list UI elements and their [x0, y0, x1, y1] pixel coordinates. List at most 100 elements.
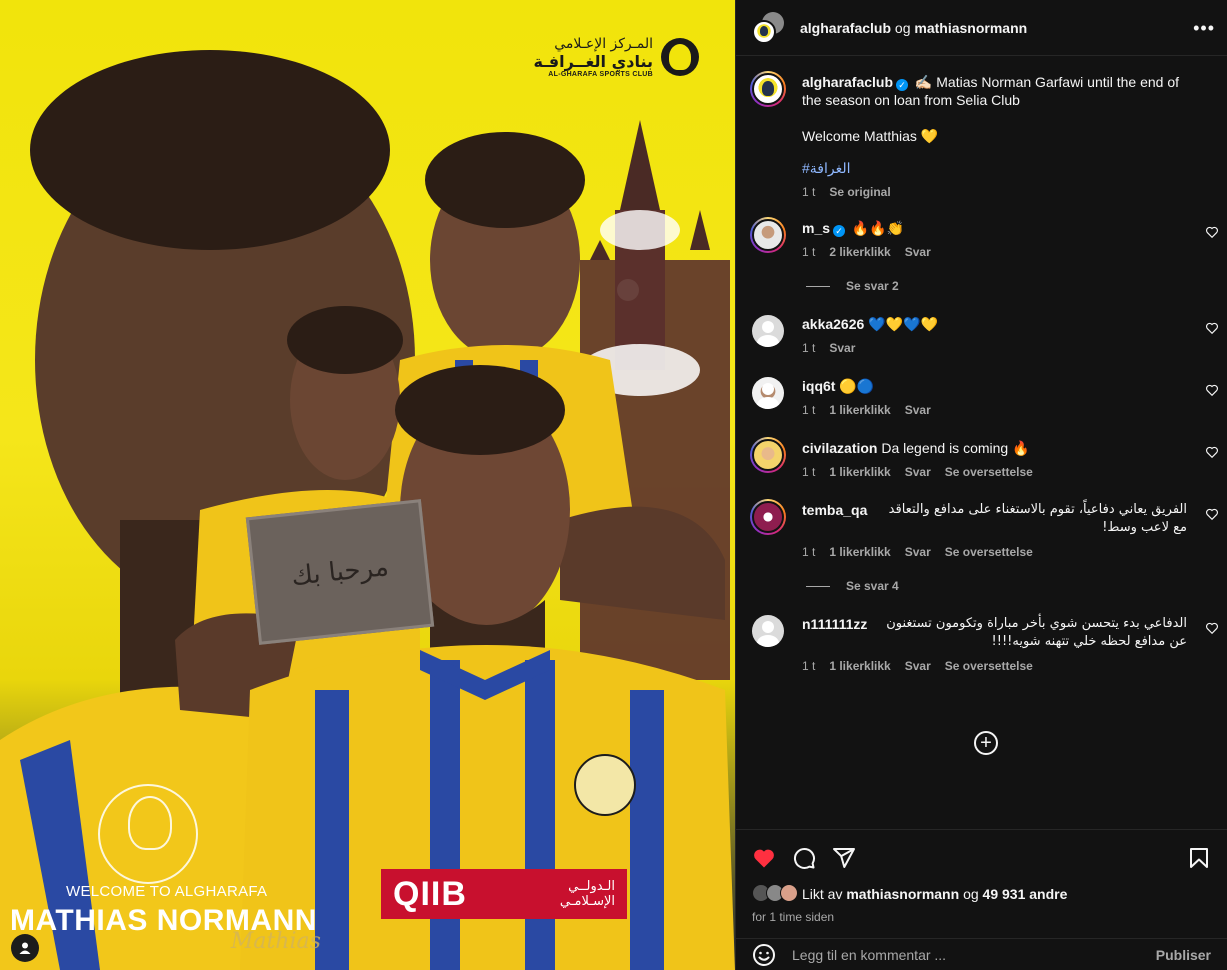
comment-text: 💙💛💙💛 [868, 316, 938, 332]
comment-input[interactable] [792, 946, 1156, 963]
commenter-avatar[interactable] [750, 217, 786, 253]
see-translation-button[interactable]: Se oversettelse [945, 465, 1033, 479]
comment-username[interactable]: iqq6t [802, 378, 835, 394]
comment-like-icon[interactable] [1205, 383, 1219, 397]
see-translation-button[interactable]: Se oversettelse [945, 545, 1033, 559]
comment-time[interactable]: 1 t [802, 465, 815, 479]
comments-list[interactable]: algharafaclub ✓ ✍🏻 Matias Norman Garfawi … [736, 57, 1227, 829]
see-original-button[interactable]: Se original [829, 185, 890, 199]
comment-text: 🟡🔵 [839, 378, 875, 394]
club-name-arabic-1: المـركز الإعـلامي [554, 36, 653, 52]
liked-by: Likt av mathiasnormann og 49 931 andre [752, 884, 1211, 904]
comment-like-icon[interactable] [1205, 225, 1219, 239]
post-image[interactable]: المـركز الإعـلامي بنادي الغــرافـة AL-GH… [0, 0, 735, 970]
comment-text: 🔥🔥👏 [851, 220, 905, 236]
comment-like-icon[interactable] [1205, 445, 1219, 459]
caption-time[interactable]: 1 t [802, 185, 815, 199]
comment-likes[interactable]: 1 likerklikk [829, 659, 890, 673]
comment-username[interactable]: temba_qa [802, 501, 867, 537]
comment-icon[interactable] [792, 846, 816, 870]
view-replies-button[interactable]: Se svar 2 [806, 279, 1227, 293]
publish-button[interactable]: Publiser [1156, 947, 1211, 963]
club-badge-icon [661, 38, 699, 76]
header-title: algharafaclub og mathiasnormann [800, 19, 1028, 36]
comment-username[interactable]: akka2626 [802, 316, 864, 332]
comment-likes[interactable]: 1 likerklikk [829, 465, 890, 479]
load-more-comments-icon[interactable]: + [974, 731, 998, 755]
sponsor-arabic-2: الإسـلامـي [559, 894, 615, 909]
comment-likes[interactable]: 1 likerklikk [829, 403, 890, 417]
comment-like-icon[interactable] [1205, 507, 1219, 521]
comment-item: akka2626 💙💛💙💛 1 t Svar [736, 315, 1227, 355]
commenter-avatar[interactable] [752, 315, 784, 347]
club-logo: المـركز الإعـلامي بنادي الغــرافـة AL-GH… [533, 36, 699, 78]
like-heart-icon[interactable] [752, 846, 776, 870]
reply-button[interactable]: Svar [829, 341, 855, 355]
emoji-icon[interactable] [752, 943, 776, 967]
caption: algharafaclub ✓ ✍🏻 Matias Norman Garfawi … [736, 71, 1227, 199]
comment-text: الفريق يعاني دفاعياً، تقوم بالاستغناء عل… [888, 502, 1187, 535]
caption-username[interactable]: algharafaclub [802, 74, 893, 90]
caption-text-2: Welcome Matthias 💛 [802, 128, 939, 144]
save-bookmark-icon[interactable] [1187, 846, 1211, 870]
club-emblem-icon [98, 784, 198, 884]
sponsor-logo: QIIB الـدولــي الإسـلامـي [381, 869, 627, 919]
comment-username[interactable]: n111111zz [802, 615, 867, 651]
comment-like-icon[interactable] [1205, 621, 1219, 635]
verified-icon: ✓ [896, 79, 909, 91]
header-account-link[interactable]: algharafaclub [800, 20, 891, 36]
liked-by-user-link[interactable]: mathiasnormann [846, 886, 959, 902]
comment-likes[interactable]: 1 likerklikk [829, 545, 890, 559]
sponsor-arabic-1: الـدولــي [568, 879, 615, 894]
header-collaborator-link[interactable]: mathiasnormann [914, 20, 1027, 36]
comment-item: temba_qa الفريق يعاني دفاعياً، تقوم بالا… [736, 499, 1227, 559]
comment-like-icon[interactable] [1205, 321, 1219, 335]
post-timestamp[interactable]: for 1 time siden [752, 910, 1211, 924]
sponsor-name: QIIB [393, 874, 467, 913]
reply-button[interactable]: Svar [905, 659, 931, 673]
player-signature: Mathias [230, 929, 321, 954]
comment-item: n111111zz الدفاعي بدء يتحسن شوي بأخر مبا… [736, 615, 1227, 673]
comment-composer: Publiser [736, 938, 1227, 970]
more-options-icon[interactable]: ••• [1193, 18, 1215, 39]
comment-username[interactable]: civilazation [802, 440, 877, 456]
reply-button[interactable]: Svar [905, 403, 931, 417]
comment-text: Da legend is coming 🔥 [881, 440, 1030, 456]
comment-time[interactable]: 1 t [802, 545, 815, 559]
commenter-avatar[interactable] [750, 437, 786, 473]
post-side-panel: algharafaclub og mathiasnormann ••• algh… [735, 0, 1227, 970]
reply-button[interactable]: Svar [905, 245, 931, 259]
user-icon [19, 942, 31, 954]
post-header: algharafaclub og mathiasnormann ••• [736, 0, 1227, 56]
comment-item: m_s ✓ 🔥🔥👏 1 t 2 likerklikk Svar [736, 217, 1227, 259]
share-icon[interactable] [832, 846, 856, 870]
verified-icon: ✓ [833, 225, 846, 237]
comment-item: iqq6t 🟡🔵 1 t 1 likerklikk Svar [736, 377, 1227, 417]
post-actions: Likt av mathiasnormann og 49 931 andre f… [736, 829, 1227, 924]
view-replies-button[interactable]: Se svar 4 [806, 579, 1227, 593]
club-name-english: AL-GHARAFA SPORTS CLUB [548, 71, 653, 78]
welcome-line: WELCOME TO ALGHARAFA [66, 883, 268, 900]
header-avatars[interactable] [752, 11, 784, 44]
welcome-caption: WELCOME TO ALGHARAFA MATHIAS NORMANN Mat… [10, 883, 321, 954]
club-avatar [752, 19, 776, 44]
comment-time[interactable]: 1 t [802, 341, 815, 355]
comment-likes[interactable]: 2 likerklikk [829, 245, 890, 259]
see-translation-button[interactable]: Se oversettelse [945, 659, 1033, 673]
comment-username[interactable]: m_s [802, 220, 830, 236]
comment-time[interactable]: 1 t [802, 245, 815, 259]
likes-count-link[interactable]: 49 931 andre [983, 886, 1068, 902]
comment-item: civilazation Da legend is coming 🔥 1 t 1… [736, 437, 1227, 479]
commenter-avatar[interactable] [750, 499, 786, 535]
comment-time[interactable]: 1 t [802, 403, 815, 417]
reply-button[interactable]: Svar [905, 545, 931, 559]
reply-button[interactable]: Svar [905, 465, 931, 479]
comment-time[interactable]: 1 t [802, 659, 815, 673]
comment-text: الدفاعي بدء يتحسن شوي بأخر مباراة وتكومو… [886, 616, 1187, 649]
tagged-users-button[interactable] [11, 934, 39, 962]
liked-by-avatars[interactable] [752, 884, 800, 904]
caption-avatar[interactable] [750, 71, 786, 107]
commenter-avatar[interactable] [752, 377, 784, 409]
commenter-avatar[interactable] [752, 615, 784, 647]
caption-hashtag[interactable]: #الغرافة [802, 159, 1187, 177]
